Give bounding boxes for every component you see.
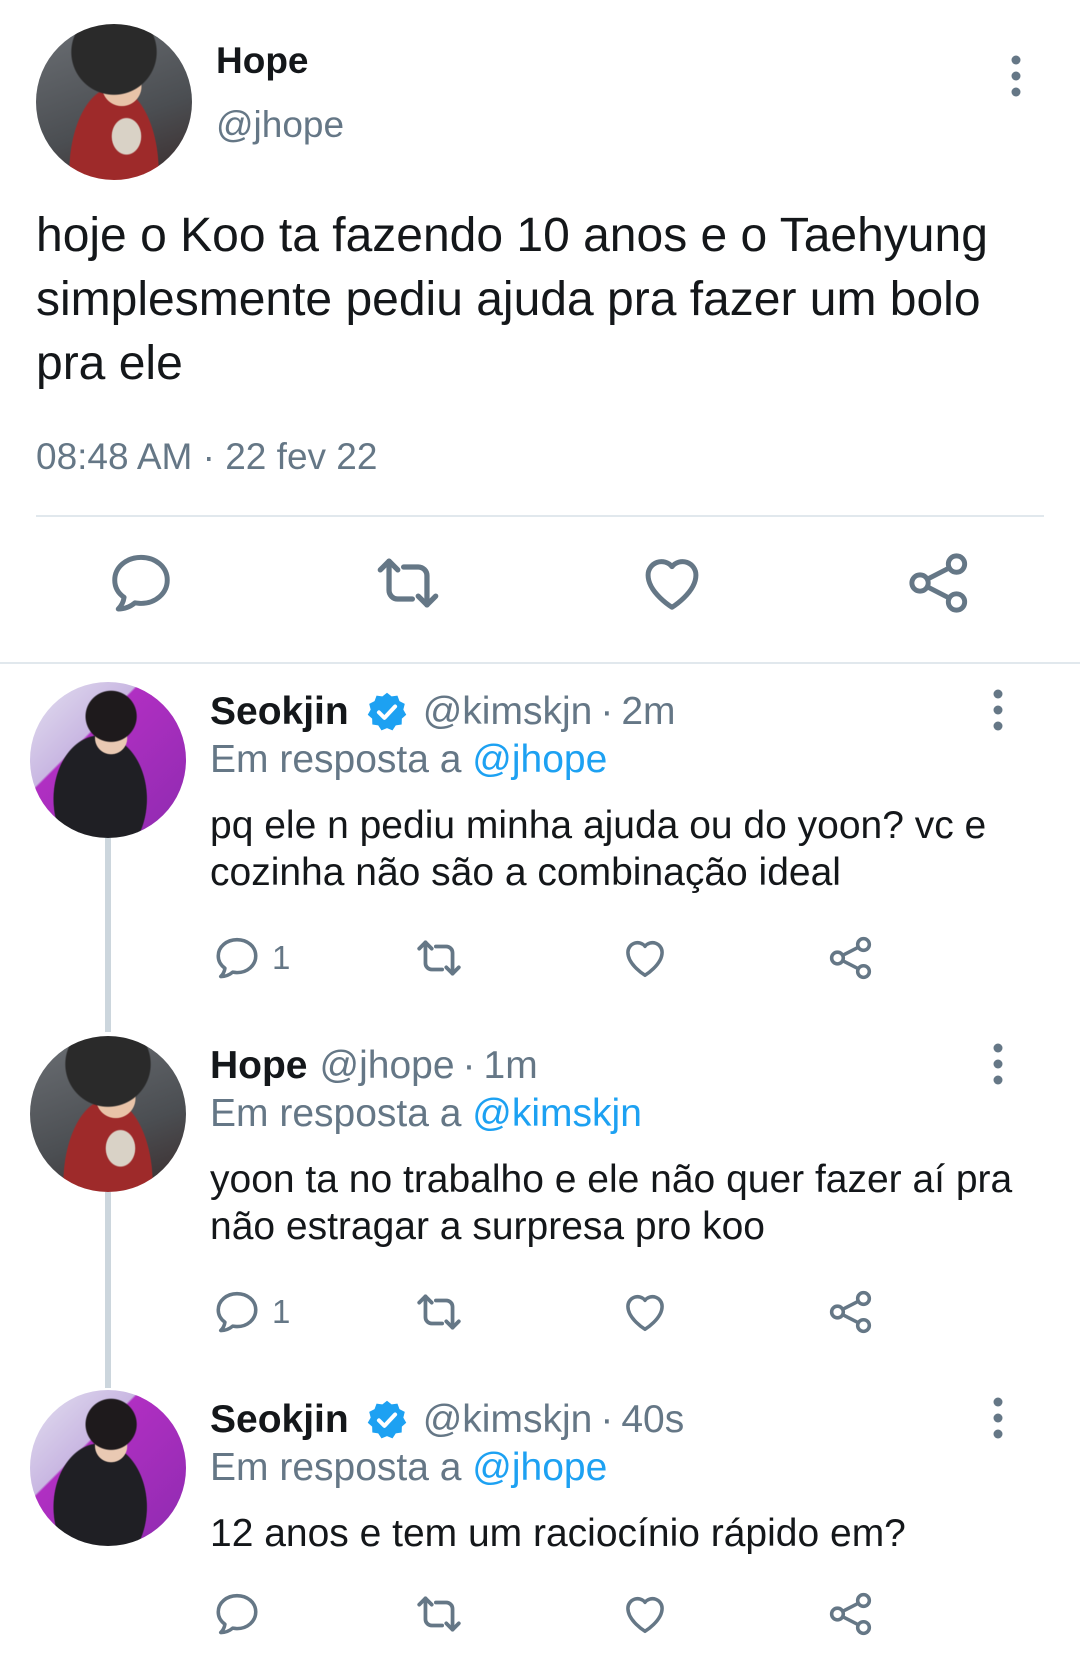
in-reply-to: Em resposta a @kimskjn <box>210 1092 642 1136</box>
retweet-icon <box>414 933 464 983</box>
avatar[interactable] <box>36 24 192 180</box>
avatar[interactable] <box>30 1390 186 1546</box>
author-name[interactable]: Seokjin <box>210 1398 349 1442</box>
meta-separator: · <box>462 1044 476 1087</box>
reply-button[interactable] <box>212 1586 272 1642</box>
retweet-button[interactable] <box>414 1586 464 1642</box>
heart-icon <box>620 1287 670 1337</box>
like-button[interactable] <box>620 930 670 986</box>
reply-tweet: Seokjin @kimskjn · 2m Em resposta a @jho… <box>0 682 1080 1012</box>
share-icon <box>826 1589 876 1639</box>
meta-separator: · <box>600 1398 614 1441</box>
meta-separator: · <box>202 436 215 477</box>
vertical-dots-icon[interactable] <box>986 1396 1010 1440</box>
in-reply-to: Em resposta a @jhope <box>210 1446 607 1490</box>
reply-header: Seokjin @kimskjn · 2m <box>210 690 676 734</box>
reply-actions: 1 <box>0 930 1080 990</box>
in-reply-prefix: Em resposta a <box>210 1446 462 1489</box>
like-button[interactable] <box>620 1586 670 1642</box>
comment-bubble-icon[interactable] <box>106 548 176 618</box>
author-handle[interactable]: @kimskjn <box>423 1398 593 1442</box>
reply-actions <box>0 1586 1080 1646</box>
reply-count: 1 <box>272 1293 291 1330</box>
tweet-date: 22 fev 22 <box>225 436 378 477</box>
reply-tweet: Hope @jhope · 1m Em resposta a @kimskjn … <box>0 1036 1080 1366</box>
heart-icon[interactable] <box>637 548 707 618</box>
vertical-dots-icon[interactable] <box>986 1042 1010 1086</box>
reply-text: 12 anos e tem um raciocínio rápido em? <box>210 1512 906 1555</box>
retweet-icon[interactable] <box>373 548 443 618</box>
in-reply-prefix: Em resposta a <box>210 1092 462 1135</box>
reply-button[interactable]: 1 <box>212 1284 290 1340</box>
meta-separator: · <box>600 690 614 733</box>
tweet-text: hoje o Koo ta fazendo 10 anos e o Taehyu… <box>36 209 988 390</box>
vertical-dots-icon[interactable] <box>1004 54 1028 98</box>
in-reply-to: Em resposta a @jhope <box>210 738 607 782</box>
main-tweet: Hope @jhope hoje o Koo ta fazendo 10 ano… <box>0 0 1080 662</box>
comment-bubble-icon <box>212 1589 262 1639</box>
tweet-actions <box>0 548 1080 628</box>
share-icon[interactable] <box>904 548 974 618</box>
avatar[interactable] <box>30 682 186 838</box>
retweet-icon <box>414 1287 464 1337</box>
share-button[interactable] <box>826 930 876 986</box>
comment-bubble-icon <box>212 1287 262 1337</box>
avatar[interactable] <box>30 1036 186 1192</box>
share-icon <box>826 1287 876 1337</box>
verified-badge-icon <box>365 690 409 734</box>
author-name[interactable]: Seokjin <box>210 690 349 734</box>
reply-time: 40s <box>621 1398 685 1441</box>
mention-link[interactable]: @kimskjn <box>472 1092 642 1135</box>
reply-header: Seokjin @kimskjn · 40s <box>210 1398 684 1442</box>
reply-time: 2m <box>621 690 676 733</box>
reply-tweet: Seokjin @kimskjn · 40s Em resposta a @jh… <box>0 1390 1080 1670</box>
author-handle[interactable]: @jhope <box>216 104 344 146</box>
tweet-time: 08:48 AM <box>36 436 193 477</box>
retweet-button[interactable] <box>414 930 464 986</box>
in-reply-prefix: Em resposta a <box>210 738 462 781</box>
tweet-timestamp: 08:48 AM · 22 fev 22 <box>36 436 377 478</box>
vertical-dots-icon[interactable] <box>986 688 1010 732</box>
retweet-button[interactable] <box>414 1284 464 1340</box>
verified-badge-icon <box>365 1398 409 1442</box>
author-name[interactable]: Hope <box>216 40 309 82</box>
like-button[interactable] <box>620 1284 670 1340</box>
author-handle[interactable]: @kimskjn <box>423 690 593 734</box>
divider <box>36 515 1044 517</box>
section-divider <box>0 662 1080 664</box>
heart-icon <box>620 933 670 983</box>
reply-time: 1m <box>483 1044 538 1087</box>
mention-link[interactable]: @jhope <box>472 1446 607 1489</box>
comment-bubble-icon <box>212 933 262 983</box>
reply-button[interactable]: 1 <box>212 930 290 986</box>
retweet-icon <box>414 1589 464 1639</box>
heart-icon <box>620 1589 670 1639</box>
mention-link[interactable]: @jhope <box>472 738 607 781</box>
reply-header: Hope @jhope · 1m <box>210 1044 538 1088</box>
reply-actions: 1 <box>0 1284 1080 1344</box>
share-button[interactable] <box>826 1586 876 1642</box>
author-handle[interactable]: @jhope <box>320 1044 455 1088</box>
share-icon <box>826 933 876 983</box>
reply-text: yoon ta no trabalho e ele não quer fazer… <box>210 1158 1013 1248</box>
author-name[interactable]: Hope <box>210 1044 308 1088</box>
share-button[interactable] <box>826 1284 876 1340</box>
reply-count: 1 <box>272 939 291 976</box>
reply-text: pq ele n pediu minha ajuda ou do yoon? v… <box>210 804 987 894</box>
